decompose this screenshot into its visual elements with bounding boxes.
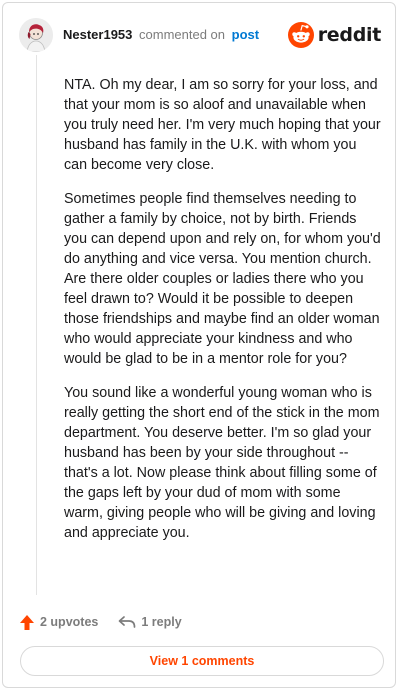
username[interactable]: Nester1953	[63, 27, 132, 42]
comment-actions: 2 upvotes 1 reply	[19, 611, 182, 633]
comment-body: NTA. Oh my dear, I am so sorry for your …	[64, 75, 382, 557]
reddit-logo-icon	[287, 22, 314, 48]
thread-line	[36, 55, 37, 595]
upvote-count: 2 upvotes	[40, 615, 99, 629]
upvote-button[interactable]: 2 upvotes	[19, 614, 98, 631]
view-comments-label: View 1 comments	[149, 654, 255, 668]
comment-header: Nester1953 commented on post reddit	[19, 17, 381, 53]
upvote-arrow-icon	[20, 614, 34, 630]
reply-button[interactable]: 1 reply	[118, 615, 182, 629]
view-comments-button[interactable]: View 1 comments	[20, 646, 384, 676]
avatar-image	[19, 18, 53, 52]
comment-meta: Nester1953 commented on post	[63, 27, 288, 43]
reply-count: 1 reply	[141, 615, 182, 629]
comment-paragraph-1: NTA. Oh my dear, I am so sorry for your …	[64, 77, 381, 173]
reply-arrow-icon	[119, 616, 136, 628]
comment-card: Nester1953 commented on post reddit NTA.…	[2, 2, 396, 688]
comment-paragraph-3: You sound like a wonderful young woman w…	[64, 385, 380, 541]
post-link[interactable]: post	[232, 27, 259, 42]
avatar[interactable]	[19, 18, 53, 52]
comment-paragraph-2: Sometimes people find themselves needing…	[64, 191, 381, 367]
comment-action-text: commented on	[139, 27, 226, 42]
reddit-brand[interactable]: reddit	[287, 22, 382, 48]
reddit-wordmark: reddit	[317, 24, 382, 46]
